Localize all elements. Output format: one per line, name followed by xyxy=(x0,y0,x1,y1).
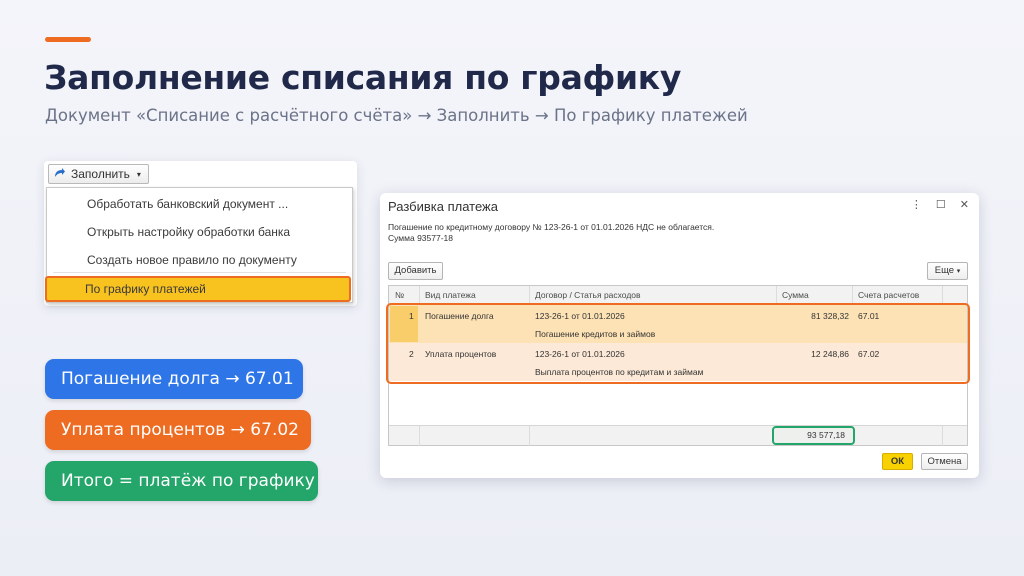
menu-item-open-bank-settings[interactable]: Открыть настройку обработки банка xyxy=(87,225,290,239)
menu-item-process-bank-doc[interactable]: Обработать банковский документ ... xyxy=(87,197,288,211)
row-contract: 123-26-1 от 01.01.2026 xyxy=(535,311,625,321)
pill-debt-repayment: Погашение долга → 67.01 xyxy=(45,359,303,399)
row-article: Погашение кредитов и займов xyxy=(535,329,656,339)
payment-split-dialog: Разбивка платежа ⋮ ☐ ✕ Погашение по кред… xyxy=(380,193,979,478)
total-amount: 93 577,18 xyxy=(772,426,855,445)
column-divider xyxy=(419,286,420,304)
column-divider xyxy=(419,426,420,446)
column-header-amount[interactable]: Сумма xyxy=(782,290,809,300)
dialog-window-controls: ⋮ ☐ ✕ xyxy=(911,198,969,211)
row-amount: 81 328,32 xyxy=(811,311,849,321)
table-row[interactable]: 1 Погашение долга 123-26-1 от 01.01.2026… xyxy=(389,305,967,343)
row-account: 67.02 xyxy=(858,349,880,359)
chevron-down-icon: ▾ xyxy=(136,169,141,179)
column-header-contract[interactable]: Договор / Статья расходов xyxy=(535,290,641,300)
column-header-type[interactable]: Вид платежа xyxy=(425,290,476,300)
pill-total: Итого = платёж по графику xyxy=(45,461,318,501)
close-icon[interactable]: ✕ xyxy=(960,198,969,211)
dialog-title: Разбивка платежа xyxy=(388,199,498,214)
add-button[interactable]: Добавить xyxy=(388,262,443,280)
row-payment-type: Погашение долга xyxy=(425,311,494,321)
row-contract: 123-26-1 от 01.01.2026 xyxy=(535,349,625,359)
dialog-description: Погашение по кредитному договору № 123-2… xyxy=(388,222,714,244)
row-amount: 12 248,86 xyxy=(811,349,849,359)
menu-item-by-schedule[interactable]: По графику платежей xyxy=(45,276,351,302)
column-header-num[interactable]: № xyxy=(395,290,404,300)
row-num: 1 xyxy=(409,311,414,321)
page-subtitle: Документ «Списание с расчётного счёта» →… xyxy=(45,106,748,125)
column-divider xyxy=(529,426,530,446)
description-line-2: Сумма 93577-18 xyxy=(388,233,453,243)
chevron-down-icon: ▾ xyxy=(956,268,961,275)
maximize-icon[interactable]: ☐ xyxy=(936,198,946,211)
row-account: 67.01 xyxy=(858,311,880,321)
description-line-1: Погашение по кредитному договору № 123-2… xyxy=(388,222,715,232)
more-button-label: Еще xyxy=(934,265,955,276)
column-divider xyxy=(529,286,530,304)
column-divider xyxy=(776,286,777,304)
more-button[interactable]: Еще ▾ xyxy=(927,262,968,280)
table-footer xyxy=(389,425,967,445)
column-header-accounts[interactable]: Счета расчетов xyxy=(858,290,919,300)
pill-interest-payment: Уплата процентов → 67.02 xyxy=(45,410,311,450)
column-divider xyxy=(852,286,853,304)
payment-table: № Вид платежа Договор / Статья расходов … xyxy=(388,285,968,446)
more-options-icon[interactable]: ⋮ xyxy=(911,198,922,211)
fill-button[interactable]: Заполнить ▾ xyxy=(48,164,149,184)
column-divider xyxy=(942,286,943,304)
fill-menu-panel: Заполнить ▾ Обработать банковский докуме… xyxy=(44,161,357,306)
menu-divider xyxy=(53,272,346,273)
row-payment-type: Уплата процентов xyxy=(425,349,497,359)
accent-bar xyxy=(45,37,91,42)
table-row[interactable]: 2 Уплата процентов 123-26-1 от 01.01.202… xyxy=(389,343,967,381)
fill-arrow-icon xyxy=(53,167,66,182)
row-article: Выплата процентов по кредитам и займам xyxy=(535,367,704,377)
menu-item-create-rule[interactable]: Создать новое правило по документу xyxy=(87,253,297,267)
fill-button-label: Заполнить xyxy=(71,167,130,181)
cancel-button[interactable]: Отмена xyxy=(921,453,968,470)
column-divider xyxy=(942,426,943,446)
table-header: № Вид платежа Договор / Статья расходов … xyxy=(389,286,967,304)
page-title: Заполнение списания по графику xyxy=(44,58,682,97)
row-num: 2 xyxy=(409,349,414,359)
ok-button[interactable]: ОК xyxy=(882,453,913,470)
